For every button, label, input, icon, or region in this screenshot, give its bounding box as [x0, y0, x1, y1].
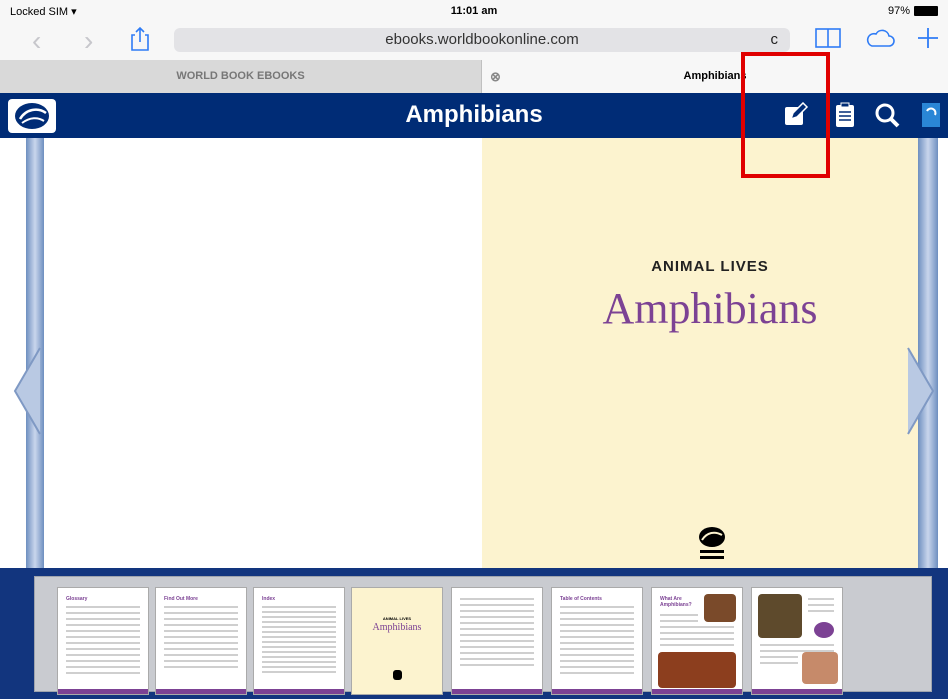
- thumbnail-logo: [393, 670, 402, 680]
- thumbnail-page[interactable]: [751, 587, 843, 695]
- thumbnail-photo: [802, 652, 838, 684]
- url-text: ebooks.worldbookonline.com: [385, 31, 579, 48]
- thumbnail-photo: [758, 594, 802, 638]
- thumbnail-photo: [658, 652, 736, 688]
- browser-toolbar: ‹ › ebooks.worldbookonline.com c: [0, 22, 948, 60]
- battery-icon: [914, 6, 938, 16]
- thumbnail-heading: Find Out More: [164, 596, 198, 602]
- tab-amphibians[interactable]: ⊗ Amphibians: [482, 60, 948, 93]
- thumbnail-page[interactable]: What Are Amphibians?: [651, 587, 743, 695]
- previous-page-arrow-icon[interactable]: [12, 346, 42, 436]
- thumbnail-subheading: Amphibians: [372, 622, 422, 633]
- clipboard-icon[interactable]: [832, 102, 858, 128]
- edit-notes-icon[interactable]: [783, 102, 809, 128]
- thumbnail-heading: Table of Contents: [560, 596, 602, 602]
- thumbnail-page[interactable]: Glossary: [57, 587, 149, 695]
- ebook-reader: ANIMAL LIVES Amphibians: [0, 138, 948, 568]
- thumbnail-heading: What Are Amphibians?: [660, 596, 692, 608]
- left-page: [44, 138, 482, 568]
- book-title: Amphibians: [602, 284, 818, 333]
- thumbnail-tray: Glossary Find Out More Index ANIMAL LIVE…: [34, 576, 932, 695]
- thumbnail-photo: [704, 594, 736, 622]
- thumbnail-page[interactable]: Find Out More: [155, 587, 247, 695]
- page-thumbnail-strip: Glossary Find Out More Index ANIMAL LIVE…: [0, 568, 948, 699]
- thumbnail-page[interactable]: Index: [253, 587, 345, 695]
- thumbnail-heading: Index: [262, 596, 276, 602]
- tab-label: Amphibians: [683, 70, 747, 82]
- series-title: ANIMAL LIVES: [651, 258, 769, 275]
- bookmark-icon[interactable]: [920, 102, 942, 128]
- publisher-logo: [699, 527, 725, 559]
- ebook-header: Amphibians: [0, 93, 948, 138]
- thumbnail-page[interactable]: [451, 587, 543, 695]
- clock: 11:01 am: [450, 5, 498, 17]
- thumbnail-heading: Glossary: [66, 596, 88, 602]
- close-tab-icon[interactable]: ⊗: [490, 60, 501, 93]
- thumbnail-heading: ANIMAL LIVES: [382, 616, 412, 621]
- status-bar: Locked SIM ▾ 11:01 am 97%: [0, 0, 948, 22]
- search-icon[interactable]: [874, 102, 900, 128]
- battery-indicator: 97%: [888, 5, 938, 17]
- share-icon[interactable]: [129, 26, 151, 52]
- back-button[interactable]: ‹: [32, 27, 41, 55]
- tab-world-book-ebooks[interactable]: WORLD BOOK EBOOKS: [0, 60, 482, 93]
- thumbnail-page[interactable]: Table of Contents: [551, 587, 643, 695]
- forward-button[interactable]: ›: [84, 27, 93, 55]
- bookmarks-icon[interactable]: [814, 26, 842, 50]
- reload-button[interactable]: c: [771, 28, 779, 52]
- tab-bar: WORLD BOOK EBOOKS ⊗ Amphibians: [0, 60, 948, 93]
- next-page-arrow-icon[interactable]: [906, 346, 936, 436]
- cover-page: ANIMAL LIVES Amphibians: [482, 138, 918, 568]
- tab-label: WORLD BOOK EBOOKS: [176, 70, 305, 82]
- url-field[interactable]: ebooks.worldbookonline.com c: [174, 28, 790, 52]
- new-tab-icon[interactable]: [916, 26, 940, 50]
- thumbnail-page-current[interactable]: ANIMAL LIVES Amphibians: [351, 587, 443, 695]
- cloud-tabs-icon[interactable]: [864, 26, 896, 50]
- thumbnail-badge: [814, 622, 834, 638]
